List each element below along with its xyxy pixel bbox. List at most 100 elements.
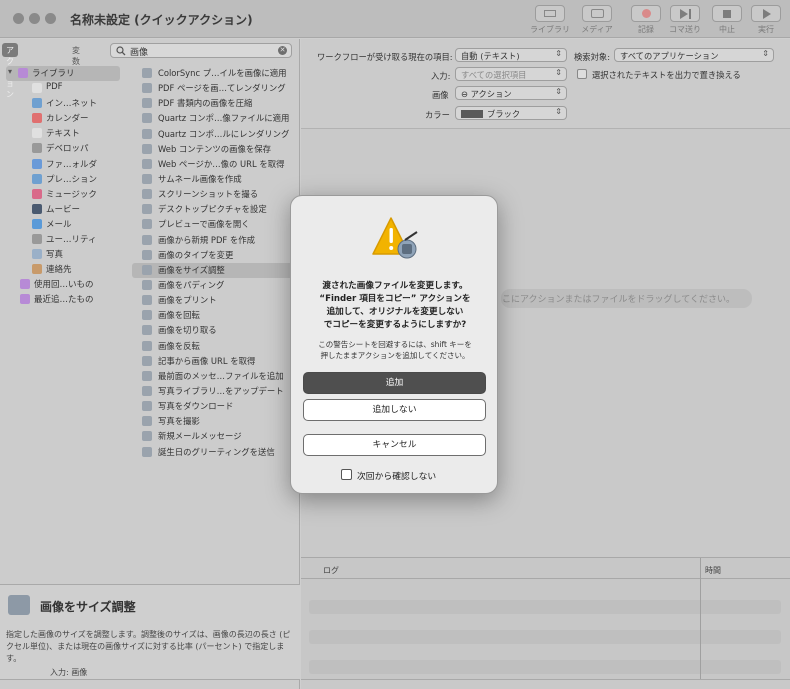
action-item[interactable]: デスクトップピクチャを設定 [132, 202, 294, 217]
action-icon [142, 416, 152, 427]
tab-actions[interactable]: アクション [2, 43, 18, 99]
action-item[interactable]: 最前面のメッセ…ファイルを追加 [132, 369, 294, 384]
action-label: スクリーンショットを撮る [158, 189, 259, 200]
action-item[interactable]: 画像のタイプを変更 [132, 248, 294, 263]
action-icon [142, 279, 152, 290]
sidebar-item-library[interactable]: ユー…リティ [0, 232, 128, 247]
sidebar-item-library[interactable]: 最近追…たもの [0, 292, 128, 307]
action-label: 画像をプリント [158, 295, 217, 306]
search-target-popup[interactable]: すべてのアプリケーション ⇕ [614, 48, 774, 62]
search-input[interactable]: 画像 [130, 45, 148, 58]
action-item[interactable]: 写真をダウンロード [132, 399, 294, 414]
action-label: Web ページか…像の URL を取得 [158, 158, 285, 169]
resize-image-icon [8, 595, 30, 615]
sidebar-item-label: PDF [46, 82, 63, 93]
action-icon [142, 158, 152, 169]
action-item[interactable]: PDF 書類内の画像を圧縮 [132, 96, 294, 111]
dont-add-button[interactable]: 追加しない [303, 399, 486, 421]
action-item[interactable]: 新規メールメッセージ [132, 429, 294, 444]
sidebar-item-library[interactable]: ライブラリ ▾ [6, 66, 120, 82]
action-item[interactable]: プレビューで画像を開く [132, 217, 294, 232]
log-column-header[interactable]: ログ [323, 565, 339, 576]
disclosure-chevron-icon[interactable]: ▾ [8, 67, 12, 76]
close-window-button[interactable] [13, 13, 24, 24]
step-icon [670, 5, 700, 22]
log-panel: ログ 時間 [301, 557, 790, 680]
sidebar-item-label: プレ…ション [46, 174, 98, 185]
color-popup[interactable]: ブラック ⇕ [455, 106, 567, 120]
action-item[interactable]: 画像から新規 PDF を作成 [132, 233, 294, 248]
cancel-button[interactable]: キャンセル [303, 434, 486, 456]
toolbar-library-button[interactable]: ライブラリ [528, 5, 572, 35]
sidebar-item-library[interactable]: テキスト [0, 126, 128, 141]
action-item[interactable]: Web ページか…像の URL を取得 [132, 157, 294, 172]
action-item[interactable]: Quartz コンポ…ルにレンダリング [132, 127, 294, 142]
action-item[interactable]: Quartz コンポ…像ファイルに適用 [132, 111, 294, 126]
action-item[interactable]: PDF ページを画…てレンダリング [132, 81, 294, 96]
movie-icon [32, 203, 42, 214]
sidebar-item-library[interactable]: ミュージック [0, 187, 128, 202]
action-item[interactable]: 画像を反転 [132, 339, 294, 354]
clear-search-icon[interactable]: ✕ [278, 46, 287, 55]
time-column-header[interactable]: 時間 [705, 565, 721, 576]
toolbar-media-button[interactable]: メディア [575, 5, 619, 35]
action-label: サムネール画像を作成 [158, 173, 242, 184]
toolbar-step-button[interactable]: コマ送り [663, 5, 707, 35]
action-item[interactable]: 誕生日のグリーティングを送信 [132, 445, 294, 460]
action-item[interactable]: 画像を回転 [132, 308, 294, 323]
action-label: デスクトップピクチャを設定 [158, 204, 267, 215]
action-item[interactable]: 画像をプリント [132, 293, 294, 308]
action-label: 写真をダウンロード [158, 401, 234, 412]
action-icon [142, 340, 152, 351]
sidebar-item-library[interactable]: イン…ネット [0, 96, 128, 111]
run-icon [751, 5, 781, 22]
sidebar-item-library[interactable]: ファ…ォルダ [0, 157, 128, 172]
receives-popup[interactable]: 自動 (テキスト) ⇕ [455, 48, 567, 62]
zoom-window-button[interactable] [45, 13, 56, 24]
left-pane: アクション 変数 画像 ✕ ライブラリ ▾ PDF イン…ネットカレンダーテキストデベ… [0, 39, 300, 689]
action-item[interactable]: 写真ライブラリ…をアップデート [132, 384, 294, 399]
replace-text-checkbox[interactable] [577, 69, 587, 79]
action-item[interactable]: ColorSync プ…イルを画像に適用 [132, 66, 294, 81]
action-item[interactable]: 記事から画像 URL を取得 [132, 354, 294, 369]
left-bottom-bar [0, 679, 300, 689]
search-field[interactable]: 画像 ✕ [110, 43, 292, 58]
action-item[interactable]: 写真を撮影 [132, 414, 294, 429]
tab-variables[interactable]: 変数 [68, 43, 84, 66]
sidebar-item-library[interactable]: 連絡先 [0, 262, 128, 277]
action-icon [142, 189, 152, 200]
action-item[interactable]: 画像をサイズ調整 [132, 262, 294, 278]
add-button[interactable]: 追加 [303, 372, 486, 394]
folder-icon [32, 158, 42, 169]
action-icon [142, 446, 152, 457]
dont-ask-checkbox[interactable] [341, 469, 352, 480]
action-item[interactable]: 画像を切り取る [132, 323, 294, 338]
globe-icon [32, 98, 42, 109]
log-row [309, 600, 781, 614]
action-label: 画像から新規 PDF を作成 [158, 234, 256, 245]
sidebar-item-label: ファ…ォルダ [46, 159, 98, 170]
minimize-window-button[interactable] [29, 13, 40, 24]
input-popup[interactable]: すべての選択項目 ⇕ [455, 67, 567, 81]
sidebar-item-library[interactable]: プレ…ション [0, 172, 128, 187]
toolbar-run-button[interactable]: 実行 [744, 5, 788, 35]
sidebar-item-library[interactable]: 使用回…いもの [0, 277, 128, 292]
action-item[interactable]: サムネール画像を作成 [132, 172, 294, 187]
popup-arrows-icon: ⇕ [555, 107, 562, 116]
pdf-icon [32, 83, 42, 94]
image-popup[interactable]: ⊖ アクション ⇕ [455, 86, 567, 100]
action-item[interactable]: スクリーンショットを撮る [132, 187, 294, 202]
toolbar-stop-button[interactable]: 中止 [705, 5, 749, 35]
action-item[interactable]: 画像をパディング [132, 278, 294, 293]
sidebar-item-library[interactable]: カレンダー [0, 111, 128, 126]
media-icon [582, 5, 612, 22]
action-item[interactable]: Web コンテンツの画像を保存 [132, 142, 294, 157]
sidebar-item-library[interactable]: ムービー [0, 202, 128, 217]
sidebar-item-library[interactable]: デベロッパ [0, 141, 128, 156]
sidebar-item-library[interactable]: 写真 [0, 247, 128, 262]
toolbar-record-button[interactable]: 記録 [624, 5, 668, 35]
utility-icon [32, 234, 42, 245]
sidebar-item-library[interactable]: PDF [0, 81, 128, 96]
sidebar-item-library[interactable]: メール [0, 217, 128, 232]
sidebar-item-label: ミュージック [46, 189, 97, 200]
